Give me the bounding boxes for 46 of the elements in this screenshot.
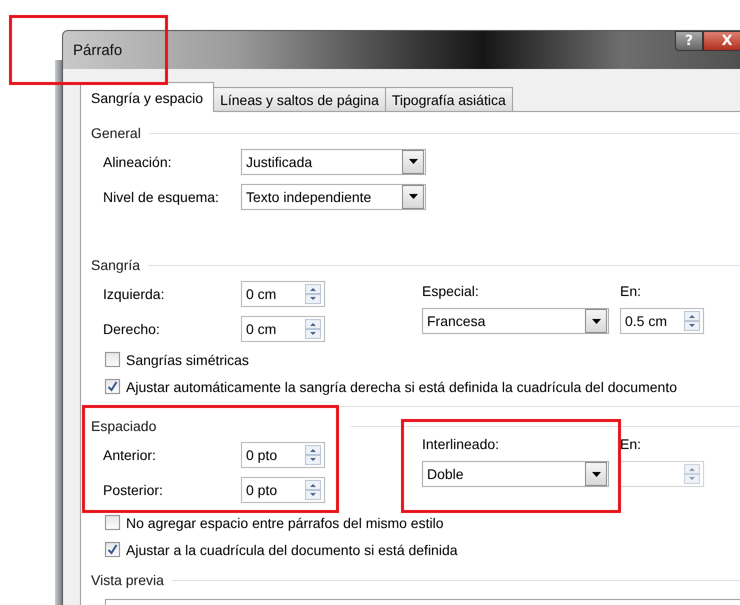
tab[interactable]: Líneas y saltos de página: [213, 87, 386, 111]
spin-field[interactable]: 0 cm: [241, 280, 325, 306]
field-label: Izquierda:: [103, 286, 166, 302]
spin-field[interactable]: 0 cm: [241, 316, 325, 342]
checkbox[interactable]: [105, 352, 120, 367]
spinner-arrows-icon: [305, 480, 321, 500]
field-label: Especial:: [422, 282, 480, 301]
tab[interactable]: Tipografía asiática: [384, 87, 513, 111]
field-label: Posterior:: [103, 482, 164, 498]
close-button[interactable]: X: [703, 31, 740, 51]
section-title: Vista previa: [91, 572, 164, 588]
field-label: En:: [620, 282, 642, 301]
field-label: Anterior:: [103, 446, 157, 462]
caret-icon: [592, 472, 600, 476]
checkbox-label: Ajustar a la cuadrícula del documento si está definida: [126, 542, 458, 558]
dropdown[interactable]: Justificada: [241, 148, 426, 174]
caret-icon: [408, 194, 418, 199]
checkbox-label: Ajustar automáticamente la sangría derecha si está definida la cuadrícula del documento: [126, 378, 677, 394]
section-title: Sangría: [91, 257, 140, 273]
dropdown[interactable]: Francesa: [422, 308, 609, 334]
spin-field[interactable]: 0.5 cm: [620, 308, 704, 334]
checkbox[interactable]: [105, 542, 120, 557]
section-title: General: [91, 125, 141, 141]
field-label: En:: [620, 435, 642, 454]
spinner-arrows-icon: [684, 464, 700, 484]
window-title: Párrafo: [73, 42, 122, 58]
section-title: Espaciado: [91, 418, 156, 434]
spinner-arrows-icon: [305, 318, 321, 338]
checkbox-label: Sangrías simétricas: [126, 352, 249, 368]
checkbox[interactable]: [105, 379, 120, 394]
caret-icon: [592, 318, 600, 324]
dropdown[interactable]: Texto independiente: [241, 184, 426, 210]
spinner-arrows-icon: [305, 444, 321, 464]
tab[interactable]: Sangría y espacio: [80, 82, 214, 112]
checkbox[interactable]: [105, 515, 120, 530]
spin-field[interactable]: 0 pto: [241, 442, 325, 468]
spin-field[interactable]: 0 pto: [241, 476, 325, 502]
dropdown[interactable]: Doble: [422, 461, 609, 487]
field-label: Nivel de esquema:: [103, 188, 220, 204]
checkbox-label: No agregar espacio entre párrafos del mismo estilo: [126, 514, 444, 530]
field-label: Interlineado:: [422, 435, 500, 454]
caret-icon: [408, 159, 418, 164]
spinner-arrows-icon: [684, 311, 700, 331]
spinner-arrows-icon: [305, 284, 321, 304]
field-label: Alineación:: [103, 154, 172, 170]
field-label: Derecho:: [103, 320, 161, 336]
